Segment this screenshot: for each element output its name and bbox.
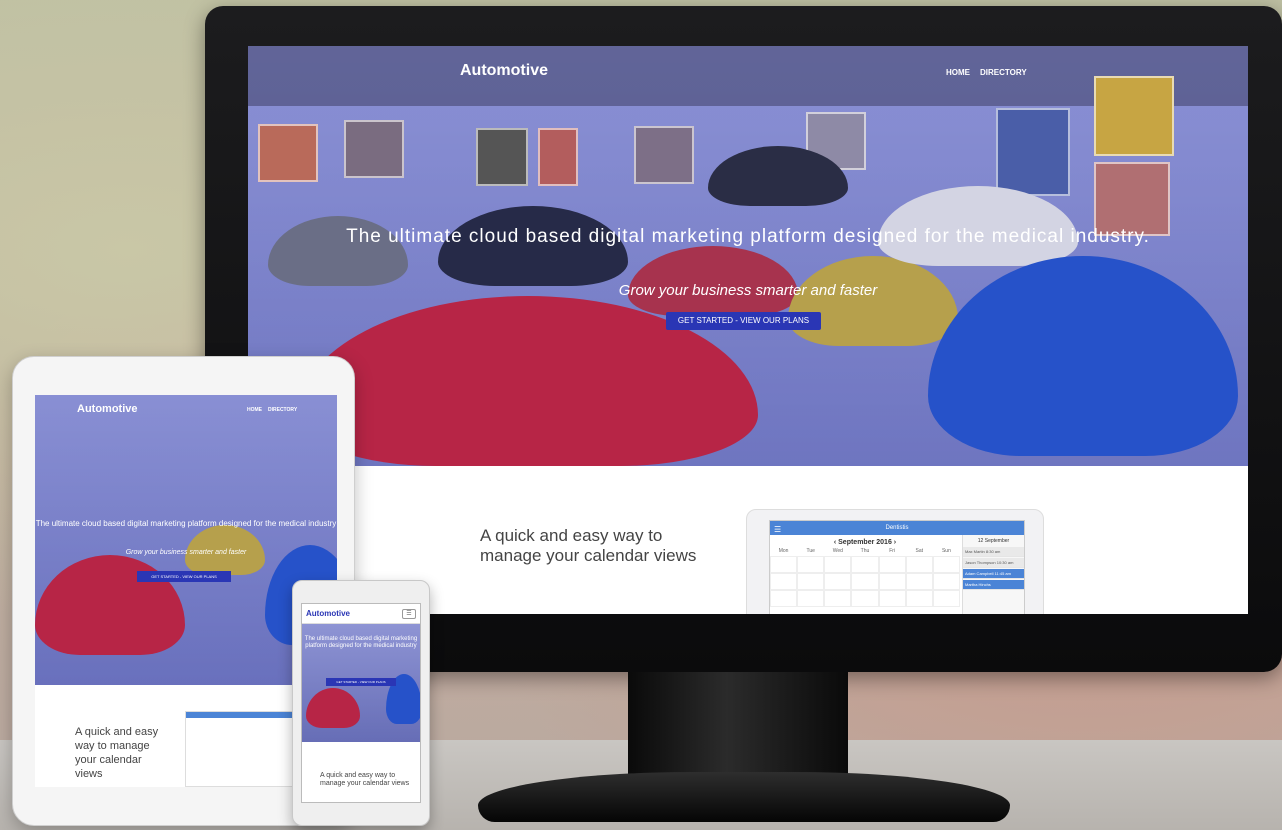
calendar-header: ☰ Dentistis	[770, 521, 1024, 535]
hero-artwork	[258, 124, 318, 182]
tablet-hero-title: The ultimate cloud based digital marketi…	[35, 519, 337, 528]
calendar-cell[interactable]	[824, 556, 852, 573]
hamburger-icon: ☰	[774, 525, 782, 534]
hero-artwork	[996, 108, 1070, 196]
nav-directory-link[interactable]: DIRECTORY	[268, 407, 297, 413]
calendar-cell[interactable]	[932, 556, 960, 573]
weekday-label: Thu	[860, 548, 870, 554]
hero-artwork	[634, 126, 694, 184]
phone-section-heading: A quick and easy way to manage your cale…	[320, 772, 410, 787]
calendar-cell[interactable]	[770, 573, 798, 590]
tablet-nav: HOME DIRECTORY	[247, 407, 297, 413]
phone-device: Automotive ☰ The ultimate cloud based di…	[292, 580, 430, 826]
desktop-monitor: Automotive HOME DIRECTORY The ultimate c…	[205, 6, 1282, 672]
calendar-cell[interactable]	[932, 573, 960, 590]
nav-links: HOME DIRECTORY	[946, 68, 1027, 77]
appointment-name: Max Martin	[965, 549, 985, 554]
calendar-preview: ☰ Dentistis ‹ September 2016 › Mon Tue W…	[769, 520, 1025, 614]
appointment-time: 10:30 am	[996, 560, 1014, 565]
appointment-item[interactable]: Martha Hinchs	[963, 580, 1024, 590]
tablet-hero-subtitle: Grow your business smarter and faster	[125, 549, 247, 556]
site-logo[interactable]: Automotive	[460, 62, 548, 80]
calendar-month-label: September 2016	[838, 539, 892, 546]
desktop-screen: Automotive HOME DIRECTORY The ultimate c…	[248, 46, 1248, 614]
calendar-cell[interactable]	[851, 590, 879, 607]
tablet-mockup: ☰ Dentistis ‹ September 2016 › Mon Tue W…	[746, 509, 1044, 614]
calendar-cell[interactable]	[851, 573, 879, 590]
phone-logo[interactable]: Automotive	[306, 609, 350, 618]
calendar-cell[interactable]	[824, 573, 852, 590]
calendar-cell[interactable]	[878, 573, 906, 590]
hero-car	[788, 256, 958, 346]
calendar-app-title: Dentistis	[885, 525, 909, 531]
calendar-cell[interactable]	[878, 590, 906, 607]
weekday-label: Mon	[778, 548, 789, 554]
tablet-section-heading: A quick and easy way to manage your cale…	[75, 726, 159, 780]
hero-artwork	[538, 128, 578, 186]
calendar-cell[interactable]	[905, 573, 933, 590]
hero-car	[628, 246, 798, 316]
calendar-cell[interactable]	[932, 590, 960, 607]
hero-car	[306, 688, 360, 728]
hero-artwork	[476, 128, 528, 186]
weekday-label: Tue	[806, 548, 815, 554]
get-started-button[interactable]: GET STARTED - VIEW OUR PLANS	[666, 312, 821, 330]
phone-get-started-button[interactable]: GET STARTED - VIEW OUR PLANS	[326, 678, 396, 686]
nav-home-link[interactable]: HOME	[247, 407, 262, 413]
calendar-cell[interactable]	[824, 590, 852, 607]
chevron-right-icon: ›	[893, 539, 897, 546]
appointment-name: Jason Thompson	[965, 560, 996, 565]
calendar-cell[interactable]	[905, 556, 933, 573]
appointment-name: Adam Campbell	[965, 571, 994, 576]
calendar-side-panel: 12 September Max Martin 8:30 am Jason Th…	[962, 535, 1024, 614]
appointment-name: Martha Hinchs	[965, 582, 991, 587]
appointment-item[interactable]: Adam Campbell 11:45 am	[963, 569, 1024, 579]
phone-screen: Automotive ☰ The ultimate cloud based di…	[301, 603, 421, 803]
calendar-cell[interactable]	[851, 556, 879, 573]
top-nav: Automotive HOME DIRECTORY	[248, 46, 1248, 98]
appointment-time: 11:45 am	[994, 571, 1011, 576]
appointment-time: 8:30 am	[985, 549, 1001, 554]
nav-home-link[interactable]: HOME	[946, 68, 970, 77]
hamburger-icon[interactable]: ☰	[402, 609, 416, 619]
appointment-item[interactable]: Max Martin 8:30 am	[963, 547, 1024, 557]
weekday-label: Sun	[941, 548, 951, 554]
hero-section: Automotive HOME DIRECTORY The ultimate c…	[248, 46, 1248, 466]
tablet-get-started-button[interactable]: GET STARTED - VIEW OUR PLANS	[137, 571, 231, 582]
section-heading: A quick and easy way to manage your cale…	[480, 526, 697, 565]
chevron-left-icon: ‹	[833, 539, 837, 546]
calendar-weekdays: Mon Tue Wed Thu Fri Sat Sun	[770, 548, 960, 554]
hero-artwork	[1094, 162, 1170, 236]
calendar-grid	[770, 556, 960, 607]
weekday-label: Sat	[915, 548, 924, 554]
calendar-cell[interactable]	[905, 590, 933, 607]
calendar-cell[interactable]	[770, 556, 798, 573]
calendar-cell[interactable]	[797, 556, 825, 573]
monitor-stand-base	[478, 772, 1010, 822]
hero-subtitle: Grow your business smarter and faster	[618, 282, 878, 299]
calendar-cell[interactable]	[797, 573, 825, 590]
calendar-month: ‹ September 2016 ›	[770, 539, 960, 546]
nav-directory-link[interactable]: DIRECTORY	[980, 68, 1027, 77]
tablet-logo[interactable]: Automotive	[77, 403, 138, 415]
appointment-item[interactable]: Jason Thompson 10:30 am	[963, 558, 1024, 568]
phone-hero: The ultimate cloud based digital marketi…	[302, 624, 420, 742]
calendar-cell[interactable]	[797, 590, 825, 607]
tablet-calendar-preview	[185, 711, 300, 787]
calendar-cell[interactable]	[770, 590, 798, 607]
phone-navbar: Automotive ☰	[302, 604, 420, 624]
calendar-header	[186, 712, 299, 718]
calendar-cell[interactable]	[878, 556, 906, 573]
phone-hero-title: The ultimate cloud based digital marketi…	[304, 636, 418, 649]
side-panel-date: 12 September	[977, 538, 1010, 544]
hero-car	[35, 555, 185, 655]
hero-artwork	[344, 120, 404, 178]
weekday-label: Fri	[889, 548, 896, 554]
weekday-label: Wed	[832, 548, 843, 554]
hero-title: The ultimate cloud based digital marketi…	[346, 226, 1150, 247]
